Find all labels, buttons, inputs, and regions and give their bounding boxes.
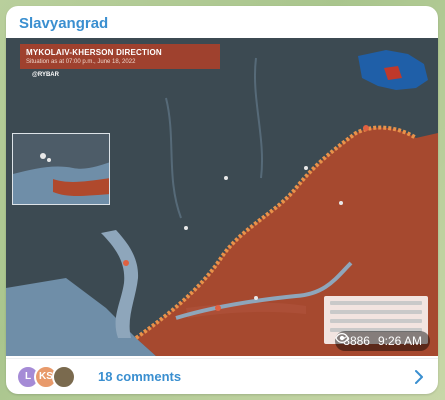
post-stats: 3886 9:26 AM [335,331,430,351]
map-subtitle: Situation as at 07:00 p.m., June 18, 202… [26,59,136,65]
channel-name[interactable]: Slavyangrad [19,15,108,32]
map-title-banner: MYKOLAIV-KHERSON DIRECTION Situation as … [20,44,220,69]
eye-icon [335,332,350,344]
message-bubble: Slavyangrad MYKOLAIV-KHERSON DIRECTION S… [6,6,438,394]
map-inset [12,133,110,205]
map-title: MYKOLAIV-KHERSON DIRECTION [26,48,162,57]
commenter-avatars: L KS [16,364,86,389]
post-time: 9:26 AM [377,334,422,348]
chevron-right-icon[interactable] [412,369,426,385]
comments-link[interactable]: 18 comments [98,369,181,384]
map-brand: @RYBAR [32,72,59,78]
comments-bar[interactable]: L KS 18 comments [6,358,438,394]
avatar [52,364,76,389]
inset-graphic [13,134,109,204]
map-image[interactable]: MYKOLAIV-KHERSON DIRECTION Situation as … [6,38,438,356]
